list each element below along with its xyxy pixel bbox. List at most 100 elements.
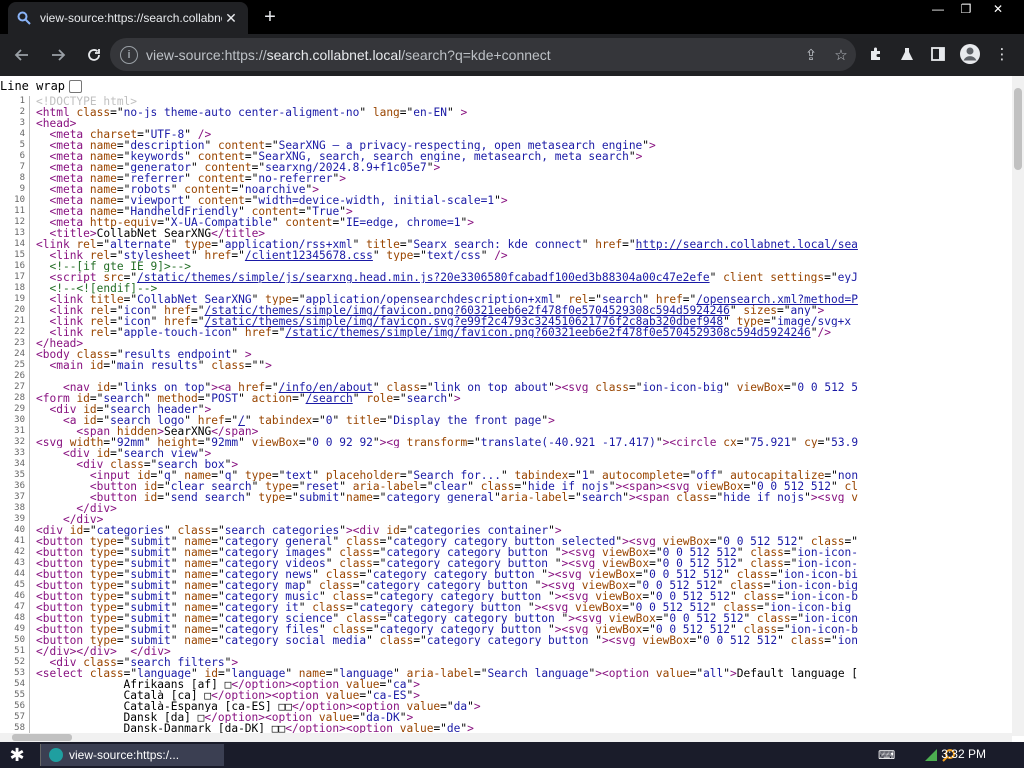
line-number: 24 [0, 349, 30, 360]
labs-flask-icon[interactable] [891, 38, 923, 70]
source-line: 40 <div id="categories" class="search_cat… [0, 525, 1012, 536]
line-wrap-checkbox[interactable] [69, 79, 83, 93]
vertical-scrollbar[interactable] [1012, 76, 1024, 736]
line-code: <div class="search_box"> [76, 459, 239, 470]
line-number: 44 [0, 569, 30, 580]
source-line: 9 <meta name="robots" content="noarchive… [0, 184, 1012, 195]
close-window-button[interactable]: ✕ [984, 0, 1012, 18]
horizontal-scroll-thumb[interactable] [12, 734, 72, 741]
line-number: 8 [0, 173, 30, 184]
line-code: <button type="submit" name="category_fil… [36, 624, 858, 635]
source-line: 16 <!--[if gte IE 9]>--> [0, 261, 1012, 272]
horizontal-scrollbar[interactable] [0, 733, 1012, 742]
restore-button[interactable]: ❐ [952, 0, 980, 18]
menu-kebab-icon[interactable]: ⋮ [986, 38, 1018, 70]
line-number: 29 [0, 404, 30, 415]
line-code: Dansk [da] □</option><option value="da-D… [36, 712, 414, 723]
start-menu-icon[interactable]: ✱ [0, 742, 34, 768]
taskbar-item-label: view-source:https:/... [69, 748, 180, 762]
line-number: 7 [0, 162, 30, 173]
source-line: 32 <svg width="92mm" height="92mm" viewBo… [0, 437, 1012, 448]
line-number: 10 [0, 195, 30, 206]
source-line: 43 <button type="submit" name="category_v… [0, 558, 1012, 569]
site-info-icon[interactable]: i [120, 45, 138, 64]
extensions-icon[interactable] [860, 38, 892, 70]
line-number: 37 [0, 492, 30, 503]
line-code: <svg width="92mm" height="92mm" viewBox=… [36, 437, 859, 448]
bookmark-star-icon[interactable]: ☆ [826, 46, 856, 64]
source-line: 7 <meta name="generator" content="searxn… [0, 162, 1012, 173]
line-code: <head> [36, 118, 77, 129]
source-line: 27 <nav id="links_on_top"><a href="/info… [0, 382, 1012, 393]
source-line: 42 <button type="submit" name="category_i… [0, 547, 1012, 558]
browser-tab[interactable]: view-source:https://search.collabnet... … [8, 2, 248, 34]
line-code: <input id="q" name="q" type="text" place… [89, 470, 859, 481]
source-line: 45 <button type="submit" name="category_m… [0, 580, 1012, 591]
source-line: 25 <main id="main_results" class=""> [0, 360, 1012, 371]
line-number: 45 [0, 580, 30, 591]
line-code: </head> [36, 338, 84, 349]
line-number: 9 [0, 184, 30, 195]
new-tab-button[interactable]: + [258, 6, 282, 28]
line-wrap-label: Line wrap [0, 79, 66, 93]
source-line: 23 </head> [0, 338, 1012, 349]
reload-button[interactable] [78, 39, 110, 71]
line-number: 28 [0, 393, 30, 404]
line-number: 1 [0, 96, 30, 107]
line-code: <link title="CollabNet SearXNG" type="ap… [49, 294, 858, 305]
line-number: 46 [0, 591, 30, 602]
line-code: </div> [76, 503, 117, 514]
line-code: Català [ca] □</option><option value="ca-… [36, 690, 421, 701]
source-line: 28 <form id="search" method="POST" action… [0, 393, 1012, 404]
line-wrap-control[interactable]: Line wrap [0, 79, 83, 93]
line-number: 25 [0, 360, 30, 371]
line-number: 43 [0, 558, 30, 569]
source-line: 46 <button type="submit" name="category_m… [0, 591, 1012, 602]
line-code: <button id="send_search" type="submit"na… [89, 492, 859, 503]
line-code: <button type="submit" name="category_vid… [36, 558, 858, 569]
line-code: </div></div> </div> [36, 646, 171, 657]
line-number: 27 [0, 382, 30, 393]
source-line: 15 <link rel="stylesheet" href="/client1… [0, 250, 1012, 261]
source-line: 21 <link rel="icon" href="/static/themes… [0, 316, 1012, 327]
line-code: <!--[if gte IE 9]>--> [49, 261, 191, 272]
source-line: 56 Català-Espanya [ca-ES] □□</option><op… [0, 701, 1012, 712]
side-panel-icon[interactable] [922, 38, 954, 70]
line-code: Català-Espanya [ca-ES] □□</option><optio… [36, 701, 481, 712]
line-number: 42 [0, 547, 30, 558]
source-line: 18 <!--<![endif]--> [0, 283, 1012, 294]
close-tab-icon[interactable]: ✕ [222, 10, 240, 27]
address-bar[interactable]: i view-source:https://search.collabnet.l… [110, 38, 856, 71]
source-code-view: 1 <!DOCTYPE html> 2 <html class="no-js them… [0, 96, 1012, 736]
line-number: 48 [0, 613, 30, 624]
line-number: 34 [0, 459, 30, 470]
source-line: 39 </div> [0, 514, 1012, 525]
source-line: 54 Afrikaans [af] □</option><option valu… [0, 679, 1012, 690]
source-line: 44 <button type="submit" name="category_n… [0, 569, 1012, 580]
line-code: <meta name="robots" content="noarchive"> [49, 184, 320, 195]
network-icon[interactable] [924, 745, 938, 765]
minimize-button[interactable]: — [924, 0, 952, 18]
url-text[interactable]: view-source:https://search.collabnet.loc… [146, 47, 796, 63]
source-line: 50 <button type="submit" name="category_s… [0, 635, 1012, 646]
taskbar-browser-item[interactable]: view-source:https:/... [40, 744, 224, 766]
line-number: 13 [0, 228, 30, 239]
forward-button[interactable] [42, 39, 74, 71]
back-button[interactable] [6, 39, 38, 71]
line-number: 54 [0, 679, 30, 690]
source-line: 3 <head> [0, 118, 1012, 129]
line-number: 18 [0, 283, 30, 294]
source-line: 17 <script src="/static/themes/simple/js… [0, 272, 1012, 283]
line-code: <main id="main_results" class=""> [49, 360, 272, 371]
line-number: 33 [0, 448, 30, 459]
view-source-page: Line wrap 1 <!DOCTYPE html> 2 <html class="… [0, 76, 1024, 742]
source-line: 33 <div id="search_view"> [0, 448, 1012, 459]
line-code: <div id="search_view"> [62, 448, 212, 459]
keyboard-icon[interactable]: ⌨ [878, 745, 895, 765]
profile-avatar-icon[interactable] [954, 38, 986, 70]
line-code: <link rel="icon" href="/static/themes/si… [49, 305, 825, 316]
line-code: <title>CollabNet SearXNG</title> [49, 228, 266, 239]
vertical-scroll-thumb[interactable] [1014, 88, 1022, 170]
share-icon[interactable]: ⇪ [796, 46, 826, 64]
